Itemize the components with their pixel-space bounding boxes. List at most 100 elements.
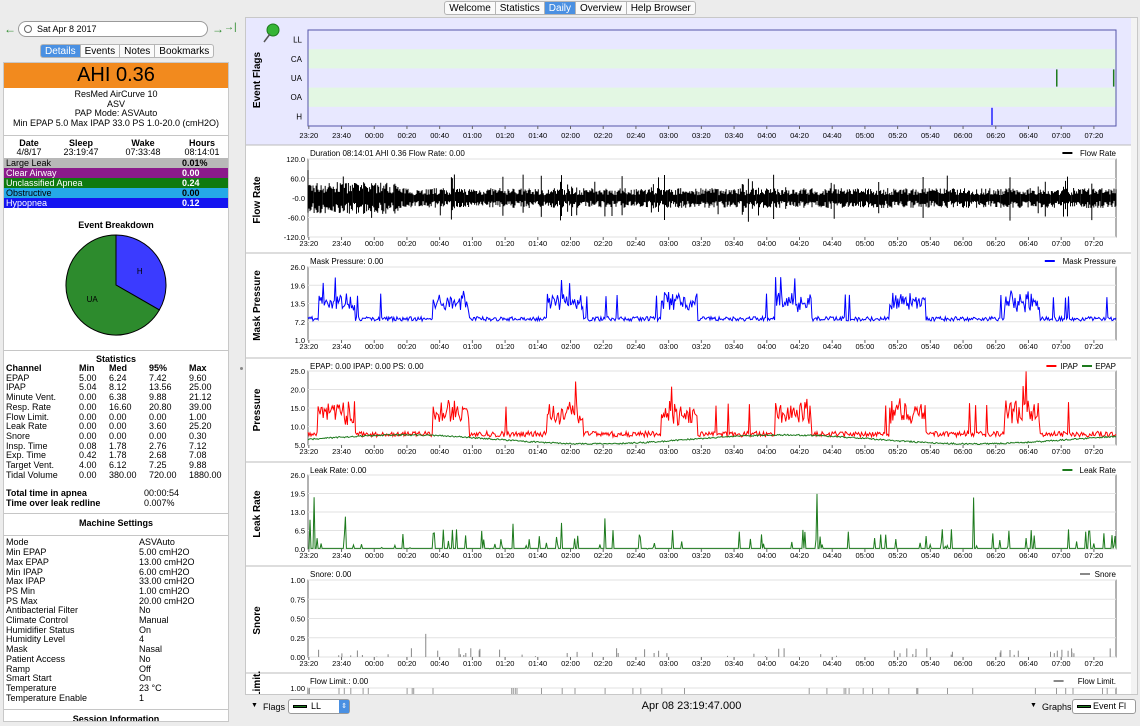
sleephead-window: Welcome Statistics Daily Overview Help B… bbox=[0, 0, 1140, 726]
x-tick-label: 02:20 bbox=[594, 447, 613, 456]
graph-title: Pressure bbox=[252, 388, 263, 431]
tab-details[interactable]: Details bbox=[40, 44, 81, 58]
x-tick-label: 00:00 bbox=[365, 447, 384, 456]
tab-daily[interactable]: Daily bbox=[544, 1, 577, 15]
session-wake: 07:33:48 bbox=[125, 147, 161, 157]
x-tick-label: 01:20 bbox=[496, 131, 515, 140]
last-day-icon[interactable]: →| bbox=[224, 22, 237, 33]
tab-overview[interactable]: Overview bbox=[576, 1, 627, 15]
daily-graphs[interactable]: Event Flags LL CA UA OA H 23:20 23:40 00:00 00:20… bbox=[246, 18, 1138, 695]
x-tick-label: 02:00 bbox=[561, 131, 580, 140]
pushpin-icon[interactable] bbox=[266, 23, 280, 37]
x-tick-label: 02:40 bbox=[627, 239, 646, 248]
x-tick-label: 03:00 bbox=[659, 447, 678, 456]
x-tick-label: 07:20 bbox=[1085, 131, 1104, 140]
y-tick-label: -60.0 bbox=[288, 214, 305, 223]
graph-header: Mask Pressure: 0.00 bbox=[310, 257, 384, 266]
setting-row: Temperature Enable 1 bbox=[4, 692, 228, 704]
x-tick-label: 05:00 bbox=[856, 131, 875, 140]
details-pane[interactable]: AHI 0.36 ResMed AirCurve 10 ASV PAP Mode… bbox=[3, 62, 229, 722]
x-tick-label: 06:00 bbox=[954, 447, 973, 456]
event-name: Unclassified Apnea bbox=[6, 178, 83, 188]
graphs-expand-icon[interactable]: ▼ bbox=[1030, 702, 1037, 709]
x-tick-label: 03:20 bbox=[692, 342, 711, 351]
divider bbox=[4, 513, 228, 515]
x-tick-label: 00:00 bbox=[365, 551, 384, 560]
prev-day-icon[interactable]: ← bbox=[4, 22, 16, 36]
x-tick-label: 02:20 bbox=[594, 342, 613, 351]
x-tick-label: 02:20 bbox=[594, 131, 613, 140]
machine-settings-title: Machine Settings bbox=[78, 518, 153, 529]
x-tick-label: 05:20 bbox=[888, 447, 907, 456]
y-tick-label: 25.0 bbox=[290, 367, 305, 376]
x-tick-label: 03:40 bbox=[725, 659, 744, 668]
x-tick-label: 01:00 bbox=[463, 342, 482, 351]
event-breakdown-pie: H UA bbox=[65, 234, 167, 336]
next-day-icon[interactable]: → bbox=[212, 22, 224, 36]
x-tick-label: 01:40 bbox=[528, 659, 547, 668]
event-row: Obstructive 0.00 bbox=[4, 188, 228, 198]
tab-bookmarks[interactable]: Bookmarks bbox=[155, 44, 215, 58]
flag-row-label: OA bbox=[290, 93, 302, 102]
x-tick-label: 03:00 bbox=[659, 659, 678, 668]
date-picker[interactable]: Sat Apr 8 2017 bbox=[18, 21, 208, 37]
x-tick-label: 06:00 bbox=[954, 551, 973, 560]
x-tick-label: 01:40 bbox=[528, 131, 547, 140]
graph-title: Event Flags bbox=[252, 52, 263, 109]
x-tick-label: 06:40 bbox=[1019, 447, 1038, 456]
tab-notes[interactable]: Notes bbox=[120, 44, 156, 58]
x-tick-label: 04:00 bbox=[757, 342, 776, 351]
x-tick-label: 07:20 bbox=[1085, 551, 1104, 560]
x-tick-label: 23:40 bbox=[332, 551, 351, 560]
x-tick-label: 05:20 bbox=[888, 551, 907, 560]
machine-settings-table: Mode ASVAuto Min EPAP 5.00 cmH2O Max EPAP 13.… bbox=[4, 538, 228, 703]
total-row: Time over leak redline 0.007% bbox=[4, 497, 228, 509]
event-row: Large Leak 0.01% bbox=[4, 158, 228, 168]
setting-label: Temperature Enable bbox=[6, 692, 88, 703]
y-tick-label: 20.0 bbox=[290, 386, 305, 395]
x-tick-label: 02:40 bbox=[627, 447, 646, 456]
x-tick-label: 01:40 bbox=[528, 239, 547, 248]
session-date: 4/8/17 bbox=[16, 147, 42, 157]
x-tick-label: 03:00 bbox=[659, 239, 678, 248]
statistics-cell: 720.00 bbox=[149, 469, 177, 480]
graph-panel-flowlimit[interactable] bbox=[246, 674, 1138, 695]
event-value: 0.00 bbox=[182, 168, 200, 178]
event-name: Large Leak bbox=[6, 158, 52, 168]
y-tick-label: 120.0 bbox=[286, 155, 305, 164]
x-tick-label: 03:00 bbox=[659, 131, 678, 140]
graphs-select[interactable]: Event Fl bbox=[1072, 699, 1136, 714]
tab-help-browser[interactable]: Help Browser bbox=[626, 1, 696, 15]
x-tick-label: 06:20 bbox=[986, 239, 1005, 248]
legend-label: Leak Rate bbox=[1080, 466, 1117, 475]
x-tick-label: 05:20 bbox=[888, 131, 907, 140]
x-tick-label: 03:40 bbox=[725, 131, 744, 140]
x-tick-label: 01:00 bbox=[463, 239, 482, 248]
x-tick-label: 04:20 bbox=[790, 342, 809, 351]
panel-splitter[interactable] bbox=[238, 17, 244, 726]
apnea-totals: Total time in apnea 00:00:54 Time over lea… bbox=[4, 489, 228, 508]
graph-area[interactable]: Event Flags LL CA UA OA H 23:20 23:40 00:00 00:20… bbox=[245, 17, 1138, 695]
event-name: Clear Airway bbox=[6, 168, 57, 178]
x-tick-label: 07:00 bbox=[1052, 551, 1071, 560]
x-tick-label: 07:20 bbox=[1085, 239, 1104, 248]
flag-row-label: UA bbox=[291, 74, 303, 83]
x-tick-label: 00:40 bbox=[430, 239, 449, 248]
tab-statistics[interactable]: Statistics bbox=[495, 1, 545, 15]
graph-scrollbar[interactable] bbox=[1131, 18, 1138, 695]
x-tick-label: 06:00 bbox=[954, 131, 973, 140]
x-tick-label: 02:40 bbox=[627, 551, 646, 560]
x-tick-label: 23:20 bbox=[299, 551, 318, 560]
y-tick-label: 10.0 bbox=[290, 423, 305, 432]
divider bbox=[4, 135, 228, 136]
y-tick-label: 60.0 bbox=[290, 175, 305, 184]
x-tick-label: 01:20 bbox=[496, 447, 515, 456]
tab-events[interactable]: Events bbox=[80, 44, 121, 58]
tab-welcome[interactable]: Welcome bbox=[444, 1, 496, 15]
total-label: Time over leak redline bbox=[6, 497, 101, 508]
x-tick-label: 00:40 bbox=[430, 342, 449, 351]
x-tick-label: 23:20 bbox=[299, 131, 318, 140]
x-tick-label: 04:20 bbox=[790, 239, 809, 248]
session-times: Date Sleep Wake Hours 4/8/17 23:19:47 07… bbox=[4, 139, 228, 157]
x-tick-label: 05:00 bbox=[856, 239, 875, 248]
